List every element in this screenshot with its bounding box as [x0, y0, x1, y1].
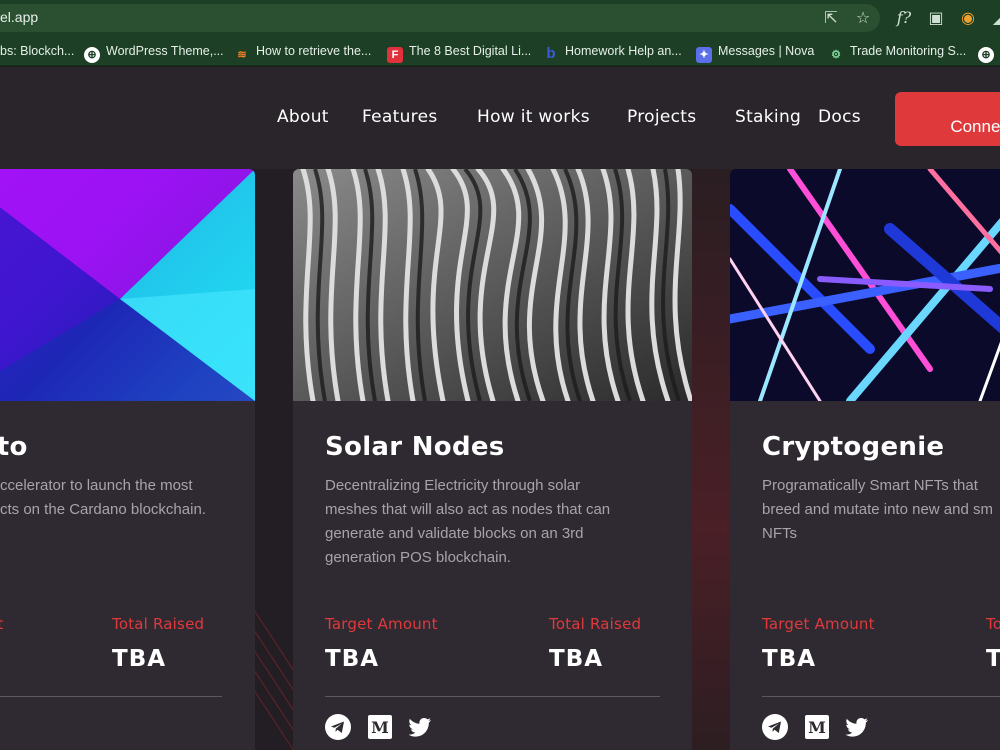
bookmark-label: Homework Help an...	[565, 44, 682, 58]
nav-about[interactable]: About	[277, 107, 329, 127]
b-logo-icon: b	[546, 45, 556, 62]
total-raised-label: Total Raised	[112, 615, 205, 633]
project-card[interactable]: nto ccelerator to launch the most cts on…	[0, 169, 255, 750]
website: About Features How it works Projects Sta…	[0, 67, 1000, 750]
bookmark-label: Trade Monitoring S...	[850, 44, 967, 58]
total-raised-value: TBA	[549, 646, 604, 672]
nova-icon: ✦	[696, 47, 712, 63]
project-title: nto	[0, 432, 28, 462]
trade-icon: ⚙	[831, 49, 841, 61]
globe-icon: ⊕	[978, 47, 994, 63]
project-card[interactable]: Cryptogenie Programatically Smart NFTs t…	[730, 169, 1000, 750]
description-line: breed and mutate into new and sm	[762, 501, 993, 518]
target-amount-value: TBA	[325, 646, 380, 672]
project-image	[0, 169, 255, 401]
medium-icon[interactable]: M	[367, 714, 393, 740]
description-line: generation POS blockchain.	[325, 549, 511, 566]
bookmark-label: WordPress Theme,...	[106, 44, 224, 58]
nav-projects[interactable]: Projects	[627, 107, 696, 127]
project-card[interactable]: Solar Nodes Decentralizing Electricity t…	[293, 169, 692, 750]
bookmark-item[interactable]: F The 8 Best Digital Li...	[387, 42, 532, 63]
telegram-icon[interactable]	[325, 714, 351, 740]
bookmark-item[interactable]: bs: Blockch...	[0, 42, 74, 60]
bookmark-label: bs: Blockch...	[0, 44, 75, 58]
bookmark-item[interactable]: ≋ How to retrieve the...	[234, 42, 372, 61]
description-line: meshes that will also act as nodes that …	[325, 501, 611, 518]
total-raised-value: T	[986, 646, 1000, 672]
extension-circle-icon[interactable]: ◉	[957, 7, 979, 29]
project-title: Solar Nodes	[325, 432, 505, 462]
address-bar[interactable]	[0, 4, 880, 32]
bookmark-item[interactable]: ✦ Messages | Nova	[696, 42, 815, 63]
svg-text:M: M	[808, 718, 826, 737]
bookmark-item[interactable]: ⊕ WordPress Theme,...	[84, 42, 224, 63]
description-line: NFTs	[762, 525, 797, 542]
browser-toolbar: el.app ⇱ ☆ f? ▣ ◉ ◢	[0, 0, 1000, 36]
bookmark-label: How to retrieve the...	[256, 44, 372, 58]
description-line: ccelerator to launch the most	[0, 477, 193, 494]
project-image	[293, 169, 692, 404]
total-raised-value: TBA	[112, 646, 167, 672]
target-amount-label: Target Amount	[762, 615, 875, 633]
share-icon[interactable]: ⇱	[820, 7, 842, 29]
target-amount-label: unt	[0, 615, 4, 633]
decorative-glow	[692, 169, 732, 750]
twitter-icon[interactable]	[407, 714, 433, 740]
site-nav: About Features How it works Projects Sta…	[0, 67, 1000, 169]
telegram-icon[interactable]	[762, 714, 788, 740]
bookmark-label: Messages | Nova	[718, 44, 815, 58]
extension-edge-icon[interactable]: ◢	[988, 7, 1000, 29]
total-raised-label: To	[986, 615, 1000, 633]
description-line: Programatically Smart NFTs that	[762, 477, 978, 494]
target-amount-label: Target Amount	[325, 615, 438, 633]
project-description: Decentralizing Electricity through solar…	[325, 474, 610, 570]
extension-box-icon[interactable]: ▣	[925, 7, 947, 29]
globe-icon: ⊕	[84, 47, 100, 63]
card-divider	[0, 696, 222, 697]
project-description: Programatically Smart NFTs that breed an…	[762, 474, 993, 546]
bookmark-item[interactable]: b Homework Help an...	[543, 42, 682, 62]
bookmark-label: The 8 Best Digital Li...	[409, 44, 532, 58]
project-title: Cryptogenie	[762, 432, 945, 462]
nav-features[interactable]: Features	[362, 107, 438, 127]
description-line: Decentralizing Electricity through solar	[325, 477, 581, 494]
project-image	[730, 169, 1000, 405]
bookmarks-bar: bs: Blockch... ⊕ WordPress Theme,... ≋ How…	[0, 36, 1000, 66]
card-divider	[325, 696, 660, 697]
project-description: ccelerator to launch the most cts on the…	[0, 474, 206, 522]
nav-docs[interactable]: Docs	[818, 107, 861, 127]
description-line: generate and validate blocks on an 3rd	[325, 525, 584, 542]
connect-wallet-button[interactable]: Connect	[895, 92, 1000, 146]
bookmark-item[interactable]: ⚙ Trade Monitoring S...	[828, 42, 967, 61]
nav-staking[interactable]: Staking	[735, 107, 801, 127]
twitter-icon[interactable]	[844, 714, 870, 740]
f-logo-icon: F	[387, 47, 403, 63]
extension-fx-icon[interactable]: f?	[893, 7, 915, 29]
target-amount-value: TBA	[762, 646, 817, 672]
stackoverflow-icon: ≋	[237, 49, 247, 61]
total-raised-label: Total Raised	[549, 615, 642, 633]
description-line: cts on the Cardano blockchain.	[0, 501, 206, 518]
bookmark-item[interactable]: ⊕	[978, 42, 1000, 63]
decorative-stripes	[252, 607, 298, 750]
card-divider	[762, 696, 1000, 697]
nav-how-it-works[interactable]: How it works	[477, 107, 590, 127]
address-bar-url[interactable]: el.app	[0, 9, 38, 25]
medium-icon[interactable]: M	[804, 714, 830, 740]
svg-text:M: M	[371, 718, 389, 737]
bookmark-star-icon[interactable]: ☆	[852, 7, 874, 29]
